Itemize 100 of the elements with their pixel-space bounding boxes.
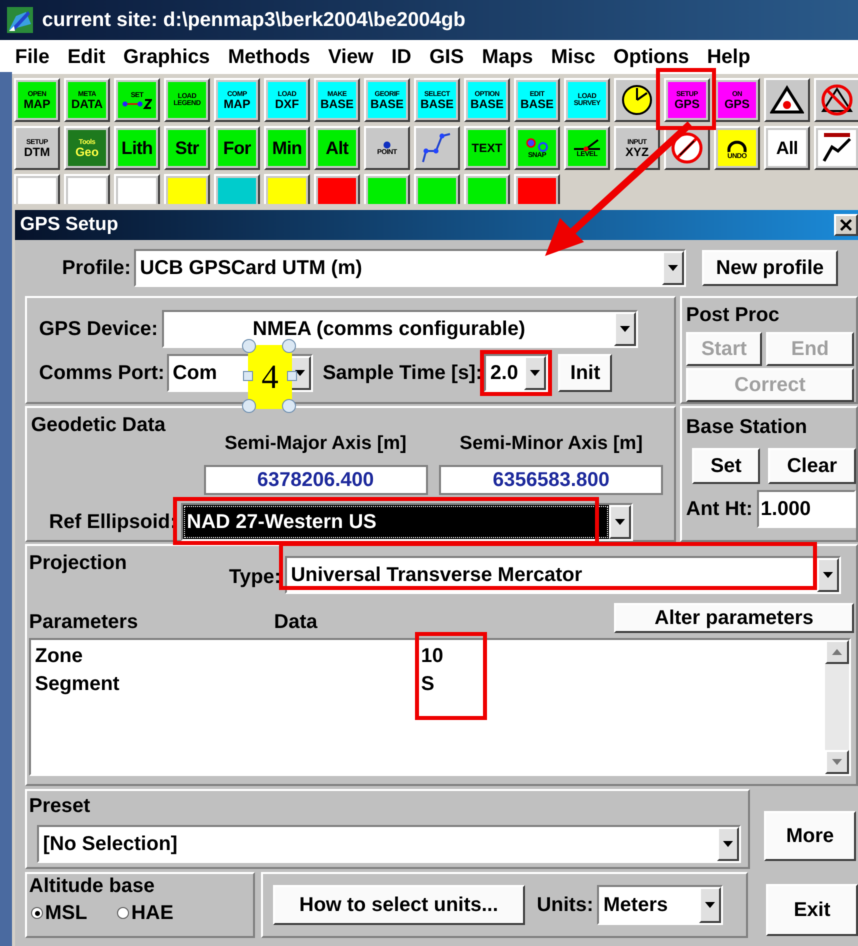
alter-parameters-button[interactable]: Alter parameters bbox=[614, 603, 854, 633]
button-label: DATA bbox=[71, 98, 103, 110]
field-label: Semi-Minor Axis [m] bbox=[460, 432, 643, 456]
menu-item[interactable]: File bbox=[6, 42, 58, 72]
button-label: XYZ bbox=[625, 146, 649, 158]
dropdown-value: Meters bbox=[602, 893, 669, 918]
caret-icon bbox=[705, 902, 716, 908]
app-icon bbox=[6, 6, 34, 34]
dropdown[interactable]: 2.0 bbox=[484, 354, 548, 392]
toolbar-button[interactable]: Str bbox=[164, 126, 210, 170]
caret-icon bbox=[723, 841, 733, 847]
dropdown-value: UCB GPSCard UTM (m) bbox=[138, 256, 364, 281]
menu-item[interactable]: Methods bbox=[218, 42, 320, 72]
column-header: Data bbox=[274, 610, 318, 635]
caret-icon bbox=[294, 370, 305, 376]
menu-item[interactable]: Maps bbox=[472, 42, 542, 72]
caret-icon bbox=[530, 370, 540, 376]
button-label: BASE bbox=[470, 98, 504, 110]
button-label: BASE bbox=[520, 98, 554, 110]
menu-item[interactable]: ID bbox=[382, 42, 420, 72]
button-label: BASE bbox=[320, 98, 354, 110]
button-label: GPS bbox=[674, 98, 700, 110]
dropdown-value: [No Selection] bbox=[42, 832, 178, 857]
button-label: DTM bbox=[24, 146, 50, 158]
menu-item[interactable]: View bbox=[319, 42, 382, 72]
field-label: Ant Ht: bbox=[686, 497, 753, 522]
group-title: Altitude base bbox=[29, 874, 156, 898]
toolbar-button[interactable]: For bbox=[214, 126, 260, 170]
toolbar-button[interactable] bbox=[814, 126, 858, 170]
dropdown-value: 2.0 bbox=[489, 361, 520, 386]
button-label: GPS bbox=[724, 98, 750, 110]
resize-handle bbox=[243, 371, 253, 381]
menu-item[interactable]: Options bbox=[604, 42, 698, 72]
column-header: Parameters bbox=[29, 610, 139, 635]
field-label: Profile: bbox=[62, 256, 131, 281]
menu-item[interactable]: Help bbox=[698, 42, 760, 72]
dropdown[interactable]: Meters bbox=[597, 885, 724, 925]
window-title: current site: d:\penmap3\berk2004\be2004gb bbox=[42, 8, 466, 33]
dropdown-button[interactable] bbox=[816, 558, 839, 592]
button-label: Geo bbox=[75, 146, 99, 158]
toolbar-button[interactable] bbox=[814, 78, 858, 122]
init-button[interactable]: Init bbox=[558, 354, 612, 392]
dropdown-value: NMEA (comms configurable) bbox=[252, 317, 526, 342]
button-label: BASE bbox=[370, 98, 404, 110]
field-label: GPS Device: bbox=[39, 317, 158, 342]
menu-item[interactable]: Edit bbox=[58, 42, 114, 72]
close-button[interactable] bbox=[834, 214, 858, 236]
menu-item[interactable]: Misc bbox=[542, 42, 604, 72]
radio-button[interactable]: HAE bbox=[117, 898, 174, 928]
value-field[interactable]: 6378206.400 bbox=[204, 464, 428, 494]
toolbar-button[interactable]: Alt bbox=[314, 126, 360, 170]
dropdown-value: NAD 27-Western US bbox=[182, 504, 609, 538]
how-to-select-units-button[interactable]: How to select units... bbox=[272, 885, 525, 925]
toolbar-button[interactable]: TEXT bbox=[464, 126, 510, 170]
caret-icon bbox=[822, 572, 833, 578]
scroll-down-button[interactable] bbox=[825, 750, 849, 774]
dropdown[interactable]: [No Selection] bbox=[37, 825, 741, 863]
set-button[interactable]: Set bbox=[692, 448, 760, 484]
dropdown-button[interactable] bbox=[524, 356, 546, 390]
dropdown[interactable]: NAD 27-Western US bbox=[180, 502, 633, 540]
value-field[interactable]: 6356583.800 bbox=[439, 464, 664, 494]
exit-button[interactable]: Exit bbox=[766, 884, 858, 936]
scroll-up-button[interactable] bbox=[825, 640, 849, 664]
dropdown[interactable]: NMEA (comms configurable) bbox=[162, 310, 638, 348]
parameter-name: Segment bbox=[35, 672, 120, 697]
more-button[interactable]: More bbox=[764, 811, 856, 861]
dropdown-button[interactable] bbox=[699, 887, 722, 923]
clear-button[interactable]: Clear bbox=[768, 448, 856, 484]
down-arrow-icon bbox=[832, 759, 842, 765]
group-title: Projection bbox=[29, 551, 128, 576]
input-field[interactable]: 1.000 bbox=[756, 490, 856, 528]
field-label: Sample Time [s]: bbox=[322, 361, 482, 386]
button-label: MAP bbox=[224, 98, 250, 110]
field-label: Ref Ellipsoid: bbox=[49, 510, 177, 534]
toolbar-button[interactable]: Min bbox=[264, 126, 310, 170]
toolbar-button[interactable]: All bbox=[764, 126, 810, 170]
close-icon bbox=[840, 219, 852, 231]
button-label: BASE bbox=[420, 98, 454, 110]
dropdown-button[interactable] bbox=[717, 827, 739, 861]
menu-item[interactable]: Graphics bbox=[114, 42, 219, 72]
toolbar-button[interactable] bbox=[414, 126, 460, 170]
field-label: Comms Port: bbox=[39, 361, 165, 386]
dot-icon bbox=[383, 140, 391, 148]
radio-button[interactable]: MSL bbox=[31, 898, 88, 928]
dropdown-button[interactable] bbox=[662, 251, 684, 285]
group-title: Preset bbox=[29, 794, 92, 819]
toolbar-button[interactable]: Lith bbox=[114, 126, 160, 170]
toolbar-button[interactable] bbox=[764, 78, 810, 122]
level-icon bbox=[572, 138, 602, 150]
caret-icon bbox=[614, 518, 625, 524]
new-profile-button[interactable]: New profile bbox=[702, 250, 838, 286]
button-label: TEXT bbox=[472, 142, 502, 154]
dialog-title: GPS Setup bbox=[20, 212, 118, 237]
triangle-icon bbox=[770, 85, 804, 115]
dropdown-button[interactable] bbox=[614, 312, 636, 346]
dropdown[interactable]: UCB GPSCard UTM (m) bbox=[134, 249, 686, 287]
parameter-name: Zone bbox=[35, 644, 84, 669]
dropdown-button[interactable] bbox=[608, 504, 631, 538]
clock-icon bbox=[620, 83, 654, 117]
menu-item[interactable]: GIS bbox=[420, 42, 473, 72]
